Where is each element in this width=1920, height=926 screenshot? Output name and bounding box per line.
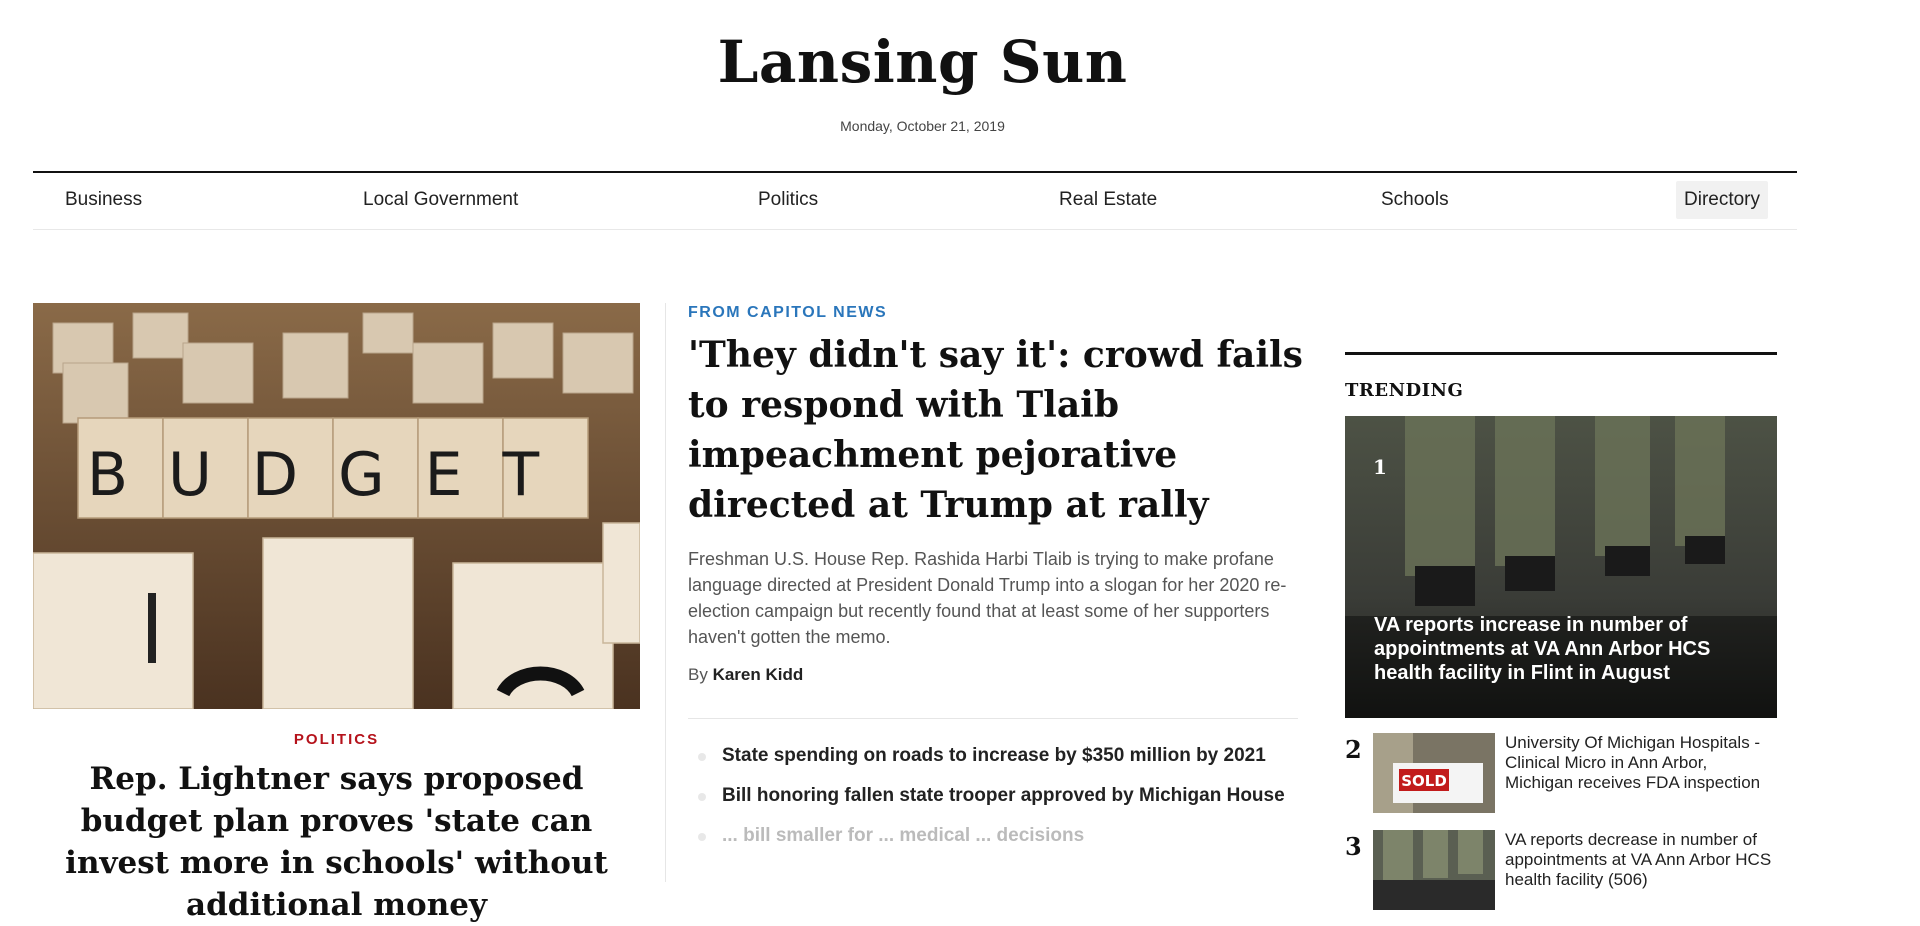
trending-number: 3 bbox=[1345, 832, 1362, 861]
trending-number: 1 bbox=[1373, 455, 1387, 479]
site-title[interactable]: Lansing Sun bbox=[0, 28, 1845, 96]
sold-sign-image: SOLD bbox=[1373, 733, 1495, 813]
column-divider bbox=[665, 303, 666, 882]
nav-item-directory[interactable]: Directory bbox=[1676, 181, 1769, 219]
bullet-icon bbox=[698, 833, 706, 841]
trending-thumbnail[interactable]: SOLD bbox=[1373, 733, 1495, 813]
bullet-icon bbox=[698, 753, 706, 761]
budget-blocks-image: BUDGET bbox=[33, 303, 640, 709]
lead-story-headline[interactable]: Rep. Lightner says proposed budget plan … bbox=[40, 758, 633, 926]
lead-story-image[interactable]: BUDGET bbox=[33, 303, 640, 709]
related-story[interactable]: Bill honoring fallen state trooper appro… bbox=[688, 782, 1298, 810]
nav-item-local-government[interactable]: Local Government bbox=[355, 181, 526, 219]
nav-item-business[interactable]: Business bbox=[57, 181, 150, 219]
nav-item-politics[interactable]: Politics bbox=[750, 181, 826, 219]
section-divider bbox=[688, 718, 1298, 719]
sold-text: SOLD bbox=[1401, 772, 1447, 790]
main-story-kicker[interactable]: FROM CAPITOL NEWS bbox=[688, 304, 887, 322]
main-story-byline: By Karen Kidd bbox=[688, 665, 803, 685]
trending-number: 2 bbox=[1345, 735, 1362, 764]
main-story-summary: Freshman U.S. House Rep. Rashida Harbi T… bbox=[688, 549, 1287, 647]
budget-text: BUDGET bbox=[87, 440, 579, 510]
trending-headline[interactable]: VA reports decrease in number of appoint… bbox=[1505, 830, 1777, 890]
trending-feature-headline[interactable]: VA reports increase in number of appoint… bbox=[1374, 613, 1714, 685]
lead-story-category[interactable]: POLITICS bbox=[33, 731, 640, 748]
site-date: Monday, October 21, 2019 bbox=[840, 118, 1005, 134]
trending-title: TRENDING bbox=[1345, 380, 1464, 401]
soldiers-thumbnail-image bbox=[1373, 830, 1495, 910]
related-stories-list: State spending on roads to increase by $… bbox=[688, 742, 1298, 862]
main-story-headline[interactable]: 'They didn't say it': crowd fails to res… bbox=[688, 330, 1308, 530]
trending-rule bbox=[1345, 352, 1777, 355]
nav-item-real-estate[interactable]: Real Estate bbox=[1051, 181, 1165, 219]
trending-headline[interactable]: University Of Michigan Hospitals - Clini… bbox=[1505, 733, 1777, 793]
nav-item-schools[interactable]: Schools bbox=[1373, 181, 1457, 219]
related-story[interactable]: ... bill smaller for ... medical ... dec… bbox=[688, 822, 1298, 850]
byline-author[interactable]: Karen Kidd bbox=[713, 665, 804, 684]
trending-thumbnail[interactable] bbox=[1373, 830, 1495, 910]
related-story[interactable]: State spending on roads to increase by $… bbox=[688, 742, 1298, 770]
bullet-icon bbox=[698, 793, 706, 801]
main-nav: Business Local Government Politics Real … bbox=[33, 171, 1797, 230]
byline-prefix: By bbox=[688, 665, 708, 684]
